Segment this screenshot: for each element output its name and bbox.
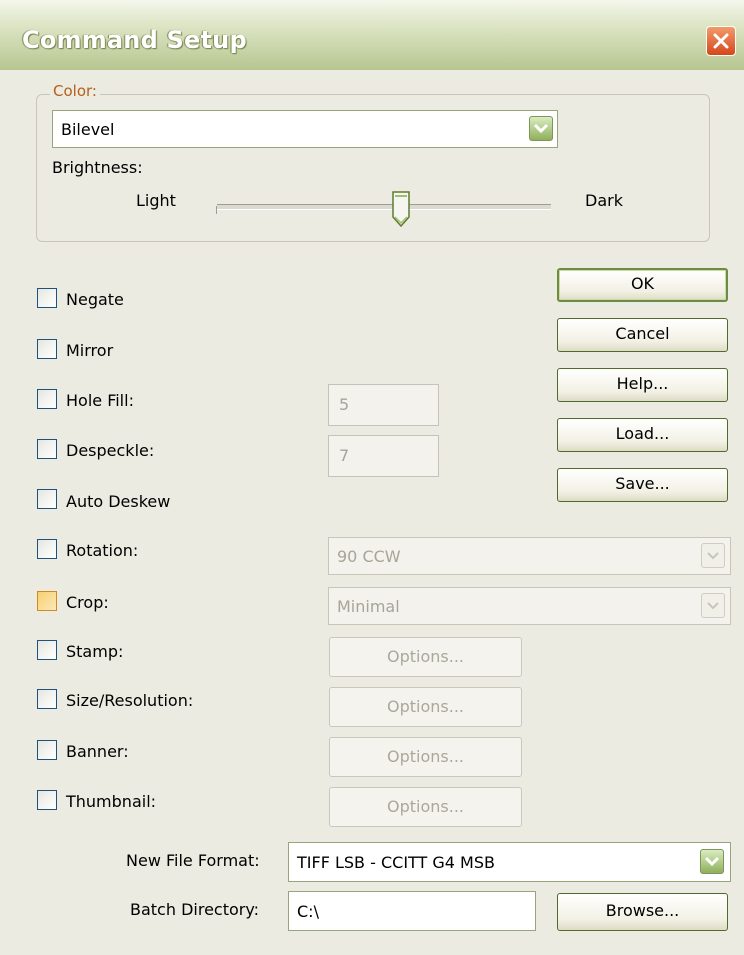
despeckle-input[interactable]: 7 (328, 435, 439, 477)
auto-deskew-label: Auto Deskew (66, 492, 171, 511)
light-label: Light (136, 191, 176, 210)
crop-select-value: Minimal (337, 597, 400, 616)
stamp-label: Stamp: (66, 642, 124, 661)
auto-deskew-checkbox[interactable] (37, 489, 57, 509)
browse-button[interactable]: Browse... (557, 893, 728, 931)
close-button[interactable] (706, 26, 736, 56)
ok-button[interactable]: OK (557, 268, 728, 302)
hole-fill-checkbox[interactable] (37, 389, 57, 409)
crop-label: Crop: (66, 593, 109, 612)
brightness-slider-thumb[interactable] (391, 190, 411, 228)
size-resolution-label: Size/Resolution: (66, 691, 194, 710)
hole-fill-label: Hole Fill: (66, 391, 134, 410)
chevron-down-icon[interactable] (701, 543, 725, 568)
banner-label: Banner: (66, 742, 129, 761)
file-format-select[interactable]: TIFF LSB - CCITT G4 MSB (288, 842, 731, 882)
rotation-select[interactable]: 90 CCW (328, 537, 731, 575)
color-select-value: Bilevel (61, 120, 115, 139)
batch-directory-value: C:\ (297, 902, 319, 921)
batch-directory-input[interactable]: C:\ (288, 891, 536, 931)
rotation-checkbox[interactable] (37, 539, 57, 559)
title-bar[interactable]: Command Setup (0, 0, 744, 70)
negate-label: Negate (66, 290, 124, 309)
thumbnail-checkbox[interactable] (37, 790, 57, 810)
command-setup-dialog: Command Setup Color: Bilevel Brightness:… (0, 0, 744, 955)
brightness-slider-track[interactable] (217, 204, 551, 210)
color-group-label: Color: (50, 82, 100, 100)
despeckle-checkbox[interactable] (37, 439, 57, 459)
file-format-value: TIFF LSB - CCITT G4 MSB (297, 853, 495, 872)
negate-checkbox[interactable] (37, 288, 57, 308)
file-format-label: New File Format: (126, 851, 260, 870)
rotation-label: Rotation: (66, 541, 139, 560)
size-resolution-checkbox[interactable] (37, 689, 57, 709)
chevron-down-icon[interactable] (700, 849, 724, 874)
despeckle-label: Despeckle: (66, 441, 155, 460)
batch-directory-label: Batch Directory: (130, 900, 260, 919)
mirror-checkbox[interactable] (37, 339, 57, 359)
hole-fill-input[interactable]: 5 (328, 384, 439, 426)
brightness-label: Brightness: (52, 158, 143, 177)
close-x-icon (713, 33, 729, 49)
help-button[interactable]: Help... (557, 368, 728, 402)
banner-checkbox[interactable] (37, 740, 57, 760)
chevron-down-icon[interactable] (529, 116, 553, 141)
thumbnail-label: Thumbnail: (66, 792, 157, 811)
crop-checkbox[interactable] (37, 591, 57, 611)
size-resolution-options-button[interactable]: Options... (329, 687, 522, 727)
despeckle-value: 7 (339, 446, 350, 465)
cancel-button[interactable]: Cancel (557, 318, 728, 352)
hole-fill-value: 5 (339, 395, 350, 414)
chevron-down-icon[interactable] (701, 593, 725, 618)
color-select[interactable]: Bilevel (52, 110, 558, 148)
banner-options-button[interactable]: Options... (329, 737, 522, 777)
crop-select[interactable]: Minimal (328, 587, 731, 625)
load-button[interactable]: Load... (557, 418, 728, 452)
save-button[interactable]: Save... (557, 468, 728, 502)
stamp-options-button[interactable]: Options... (329, 637, 522, 677)
thumbnail-options-button[interactable]: Options... (329, 787, 522, 827)
window-title: Command Setup (22, 26, 247, 54)
rotation-select-value: 90 CCW (337, 547, 401, 566)
stamp-checkbox[interactable] (37, 640, 57, 660)
mirror-label: Mirror (66, 341, 114, 360)
dark-label: Dark (585, 191, 623, 210)
